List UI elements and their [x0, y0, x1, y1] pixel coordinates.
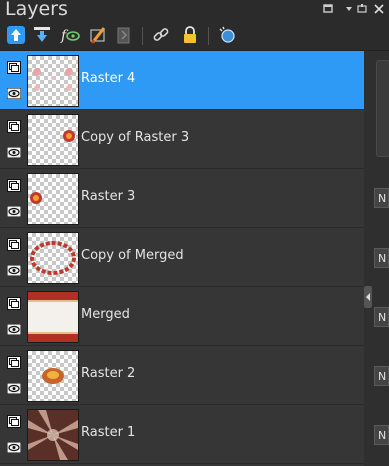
blend-icon[interactable]: [217, 25, 237, 45]
layer-row[interactable]: Copy of Merged: [0, 228, 364, 287]
layer-row[interactable]: Copy of Raster 3: [0, 110, 364, 169]
layer-thumbnail: [27, 232, 79, 284]
pin-icon[interactable]: [322, 3, 334, 15]
visibility-toggle-icon[interactable]: f: [60, 25, 80, 45]
eye-icon[interactable]: [7, 442, 21, 453]
layer-group-icon[interactable]: [7, 179, 21, 192]
layers-toolbar: f: [0, 22, 389, 51]
blend-mode-button[interactable]: N: [374, 307, 389, 327]
toolbar-divider: [142, 27, 143, 45]
blend-mode-button[interactable]: N: [374, 188, 389, 208]
eye-icon[interactable]: [7, 324, 21, 335]
layer-thumbnail: [27, 114, 79, 166]
blend-mode-button[interactable]: N: [374, 248, 389, 268]
lock-icon[interactable]: [180, 25, 200, 45]
layer-row[interactable]: Raster 1: [0, 405, 364, 464]
blend-mode-button[interactable]: N: [374, 366, 389, 386]
layer-group-icon[interactable]: [7, 415, 21, 428]
layer-group-icon[interactable]: [7, 120, 21, 133]
layer-row[interactable]: Merged: [0, 287, 364, 346]
panel-header: Layers: [0, 0, 389, 22]
layer-name: Copy of Raster 3: [81, 130, 190, 145]
layer-row[interactable]: Raster 4: [0, 51, 364, 110]
layer-name: Raster 2: [81, 366, 136, 381]
layer-row[interactable]: Raster 2: [0, 346, 364, 405]
move-layer-up-icon[interactable]: [6, 25, 26, 45]
layer-group-icon[interactable]: [7, 61, 21, 74]
layer-name: Merged: [81, 307, 130, 322]
eye-icon[interactable]: [7, 206, 21, 217]
toolbar-divider: [208, 27, 209, 45]
dock-icon[interactable]: [356, 3, 368, 15]
layer-name: Raster 3: [81, 189, 136, 204]
close-icon[interactable]: [373, 3, 385, 15]
layer-thumbnail: [27, 55, 79, 107]
layer-group-icon[interactable]: [7, 356, 21, 369]
layer-name: Copy of Merged: [81, 248, 184, 263]
panel-splitter[interactable]: [364, 286, 372, 308]
eye-icon[interactable]: [7, 147, 21, 158]
link-icon[interactable]: [151, 25, 171, 45]
layers-list: Raster 4 Copy of Raster 3 Raster 3 Copy …: [0, 51, 364, 466]
eye-icon[interactable]: [7, 88, 21, 99]
scroll-thumb[interactable]: [376, 60, 389, 157]
layer-thumbnail: [27, 173, 79, 225]
edit-brush-icon[interactable]: [88, 25, 108, 45]
blend-mode-button[interactable]: N: [374, 425, 389, 445]
layer-group-icon[interactable]: [7, 238, 21, 251]
layer-name: Raster 1: [81, 425, 136, 440]
layer-thumbnail: [27, 291, 79, 343]
layer-name: Raster 4: [81, 71, 136, 86]
layer-thumbnail: [27, 350, 79, 402]
panel-title: Layers: [5, 0, 68, 20]
delete-layer-icon[interactable]: [114, 25, 134, 45]
layer-row[interactable]: Raster 3: [0, 169, 364, 228]
eye-icon[interactable]: [7, 383, 21, 394]
move-layer-down-icon[interactable]: [32, 25, 52, 45]
layer-thumbnail: [27, 409, 79, 461]
menu-arrow-icon[interactable]: [343, 3, 355, 15]
layer-group-icon[interactable]: [7, 297, 21, 310]
eye-icon[interactable]: [7, 265, 21, 276]
